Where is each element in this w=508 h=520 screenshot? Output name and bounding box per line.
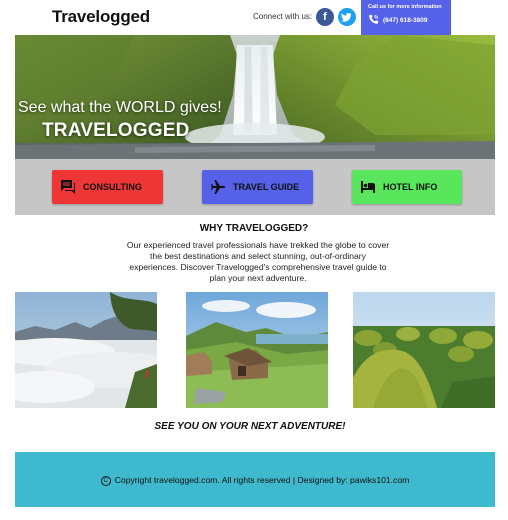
- travel-guide-button[interactable]: TRAVEL GUIDE: [202, 170, 313, 204]
- sea-of-clouds-photo: [15, 292, 157, 408]
- phone-icon: [369, 14, 379, 24]
- hotel-bed-icon: [361, 181, 375, 193]
- footer-copyright-text: Copyright travelogged.com. All rights re…: [114, 475, 410, 485]
- facebook-icon[interactable]: f: [316, 8, 334, 26]
- site-header: Travelogged Connect with us: f Call us f…: [0, 0, 508, 35]
- hotel-info-button[interactable]: HOTEL INFO: [352, 170, 462, 204]
- call-box[interactable]: Call us for more information (847) 618-3…: [361, 0, 451, 35]
- site-logo-text[interactable]: Travelogged: [52, 7, 150, 27]
- hillside-village-image: [186, 292, 328, 408]
- chocolate-hills-image: [353, 292, 495, 408]
- closing-message: SEE YOU ON YOUR NEXT ADVENTURE!: [154, 421, 346, 432]
- consulting-label: CONSULTING: [83, 182, 142, 192]
- hillside-village-photo: [186, 292, 328, 408]
- hero-title: TRAVELOGGED: [42, 120, 190, 141]
- consulting-button[interactable]: CONSULTING: [52, 170, 163, 204]
- travel-guide-label: TRAVEL GUIDE: [233, 182, 300, 192]
- services-bar: CONSULTING TRAVEL GUIDE HOTEL INFO: [15, 159, 495, 215]
- connect-label: Connect with us:: [253, 12, 313, 21]
- sea-of-clouds-image: [15, 292, 157, 408]
- hotel-info-label: HOTEL INFO: [383, 182, 438, 192]
- call-info-label: Call us for more information: [368, 4, 442, 10]
- site-footer: C Copyright travelogged.com. All rights r…: [15, 452, 495, 507]
- copyright-icon: C: [100, 475, 111, 486]
- call-phone-number[interactable]: (847) 618-3809: [383, 17, 427, 24]
- chat-icon: [61, 180, 75, 194]
- hero-banner: See what the WORLD gives! TRAVELOGGED: [15, 35, 495, 159]
- airplane-icon: [211, 180, 225, 194]
- hero-tagline: See what the WORLD gives!: [18, 99, 222, 116]
- why-description: Our experienced travel professionals hav…: [126, 240, 390, 283]
- why-heading: WHY TRAVELOGGED?: [199, 223, 309, 234]
- chocolate-hills-photo: [353, 292, 495, 408]
- twitter-bird-glyph: [341, 13, 352, 22]
- twitter-icon[interactable]: [338, 8, 356, 26]
- footer-copyright-line: C Copyright travelogged.com. All rights r…: [15, 475, 495, 486]
